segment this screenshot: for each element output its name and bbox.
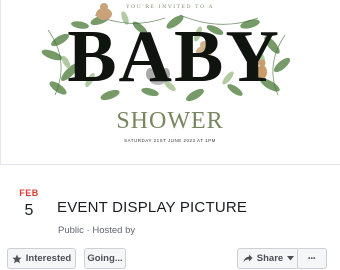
- going-button[interactable]: Going...: [84, 248, 126, 269]
- shower-heading: SHOWER: [116, 108, 224, 134]
- interested-label: Interested: [25, 253, 72, 264]
- event-cover-photo[interactable]: YOU'RE INVITED TO A BABY SHOWER SATURDAY…: [0, 0, 340, 164]
- share-arrow-icon: [243, 254, 253, 263]
- share-button[interactable]: Share: [237, 248, 300, 269]
- cover-date-line: SATURDAY 21ST JUNE 2023 AT 1PM: [124, 138, 216, 143]
- more-options-button[interactable]: •••: [297, 248, 327, 269]
- privacy-label: Public: [58, 225, 84, 236]
- share-label: Share: [256, 253, 284, 264]
- interested-button[interactable]: Interested: [7, 248, 76, 269]
- event-date-block: FEB 5: [14, 188, 44, 221]
- event-day: 5: [24, 202, 34, 219]
- more-dots-icon: •••: [308, 255, 316, 262]
- baby-heading: BABY: [67, 16, 281, 98]
- event-title: EVENT DISPLAY PICTURE: [57, 199, 248, 216]
- hosted-by-label: Hosted by: [92, 225, 136, 236]
- star-icon: [12, 254, 22, 264]
- event-meta: Public · Hosted by: [58, 225, 135, 236]
- event-month: FEB: [19, 188, 39, 198]
- caret-down-icon: [287, 256, 295, 261]
- cover-divider: [0, 164, 340, 165]
- going-label: Going...: [87, 253, 123, 264]
